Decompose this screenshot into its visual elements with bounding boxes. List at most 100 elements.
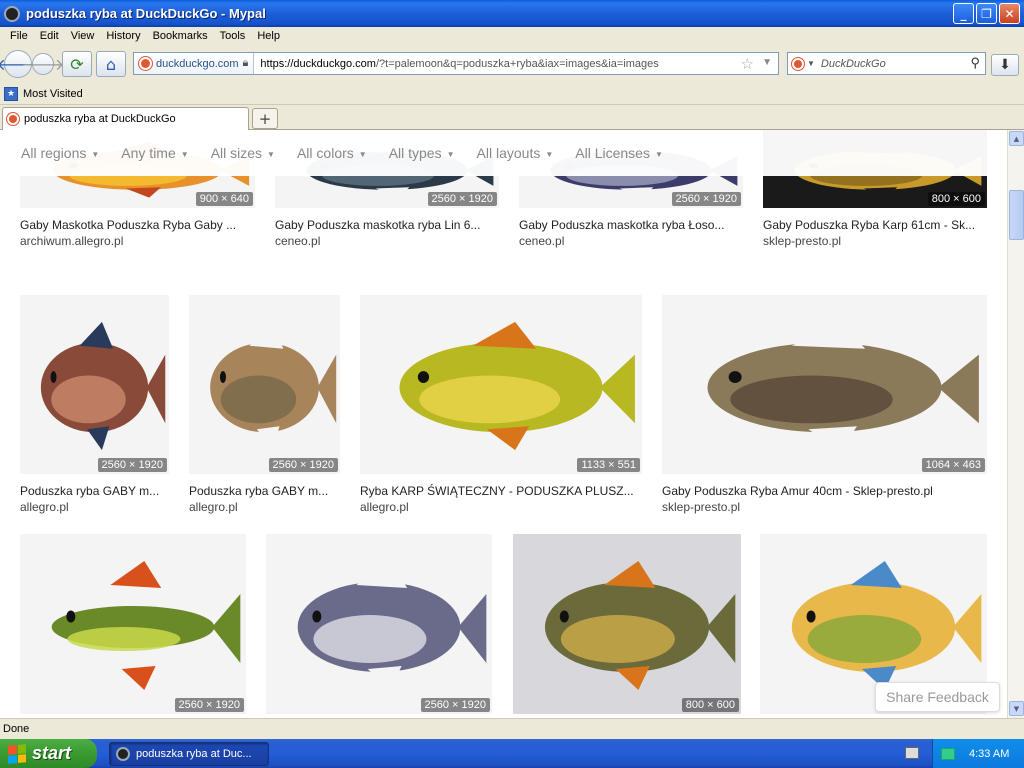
search-engine-icon[interactable] [792,57,804,70]
result-title[interactable]: Gaby Maskotka Poduszka Ryba Gaby ... [20,218,255,232]
result-source[interactable]: allegro.pl [360,500,409,514]
forward-arrow-icon: 🡒 [21,55,65,74]
result-source[interactable]: allegro.pl [189,500,238,514]
result-title[interactable]: Gaby Poduszka maskotka ryba Lin 6... [275,218,499,232]
scroll-thumb[interactable] [1009,190,1024,240]
url-text[interactable]: https://duckduckgo.com/?t=palemoon&q=pod… [254,58,658,70]
result-thumbnail[interactable]: 2560 × 1920 [20,534,246,714]
menu-file[interactable]: File [4,30,34,42]
result-thumbnail[interactable]: 1133 × 551 [360,295,642,474]
scroll-up-button[interactable]: ▲ [1009,131,1024,146]
new-tab-button[interactable]: + [252,108,278,129]
filter-layouts[interactable]: All layouts ▼ [477,145,554,161]
url-dropdown-icon[interactable]: ▼ [762,57,772,68]
status-text: Done [3,723,30,735]
result-source[interactable]: sklep-presto.pl [662,500,740,514]
bookmark-star-icon[interactable]: ☆ [741,55,754,73]
result-thumbnail[interactable]: 800 × 600 [513,534,741,714]
result-thumbnail[interactable]: 2560 × 1920 [266,534,492,714]
caret-down-icon: ▼ [267,149,275,159]
system-tray: 4:33 AM [932,739,1024,768]
filter-label: Any time [121,145,176,161]
bookmark-most-visited[interactable]: Most Visited [23,88,83,100]
minimize-button[interactable]: _ [953,3,974,24]
menu-bar: File Edit View History Bookmarks Tools H… [0,27,1024,45]
filter-time[interactable]: Any time ▼ [121,145,188,161]
result-source[interactable]: ceneo.pl [275,234,320,248]
result-title[interactable]: Gaby Poduszka Ryba Karp 61cm - Sk... [763,218,987,232]
result-source[interactable]: allegro.pl [20,500,69,514]
taskbar-window-item[interactable]: poduszka ryba at Duc... [109,742,269,766]
filter-regions[interactable]: All regions ▼ [21,145,99,161]
bookmarks-toolbar: ★ Most Visited [0,83,1024,105]
image-dimensions-badge: 1133 × 551 [577,458,640,472]
search-magnifier-icon[interactable]: ⚲ [970,55,980,71]
image-dimensions-badge: 2560 × 1920 [268,458,338,472]
result-thumbnail[interactable]: 1064 × 463 [662,295,987,474]
filter-types[interactable]: All types ▼ [389,145,455,161]
result-title[interactable]: Gaby Poduszka Ryba Amur 40cm - Sklep-pre… [662,484,987,498]
start-button[interactable]: start [0,739,97,768]
lock-icon: 🔒︎ [242,57,249,69]
image-dimensions-badge: 2560 × 1920 [97,458,167,472]
caret-down-icon: ▼ [654,149,663,159]
menu-bookmarks[interactable]: Bookmarks [147,30,214,42]
window-titlebar: poduszka ryba at DuckDuckGo - Mypal _ ❐ … [0,0,1024,27]
menu-tools[interactable]: Tools [214,30,252,42]
result-thumbnail[interactable]: 2560 × 1920 [189,295,340,474]
navigation-toolbar: 🡐 🡒 ⟳ ⌂ duckduckgo.com 🔒︎ https://duckdu… [0,45,1024,83]
share-feedback-button[interactable]: Share Feedback [875,682,1000,712]
tab-favicon-icon [7,113,19,125]
image-dimensions-badge: 800 × 600 [681,698,739,712]
image-dimensions-badge: 1064 × 463 [921,458,985,472]
taskbar: start poduszka ryba at Duc... 4:33 AM [0,739,1024,768]
filter-colors[interactable]: All colors ▼ [297,145,367,161]
menu-history[interactable]: History [100,30,146,42]
caret-down-icon: ▼ [180,149,189,159]
reload-icon: ⟳ [70,54,84,74]
download-arrow-icon: ⬇ [999,57,1011,73]
menu-help[interactable]: Help [251,30,286,42]
result-title[interactable]: Ryba KARP ŚWIĄTECZNY - PODUSZKA PLUSZ... [360,484,642,498]
restore-button[interactable]: ❐ [976,3,997,24]
site-identity-label: duckduckgo.com [156,57,239,70]
caret-down-icon: ▼ [545,149,554,159]
url-bar[interactable]: duckduckgo.com 🔒︎ https://duckduckgo.com… [133,52,779,75]
start-label: start [32,743,72,763]
result-title[interactable]: Poduszka ryba GABY m... [189,484,340,498]
close-button[interactable]: ✕ [999,3,1020,24]
network-icon[interactable] [941,747,955,760]
tab-strip: poduszka ryba at DuckDuckGo + [0,105,1024,130]
status-bar: Done [0,718,1024,739]
downloads-button[interactable]: ⬇ [991,54,1019,76]
keyboard-icon[interactable] [905,747,919,759]
mypal-app-icon [4,5,20,22]
clock: 4:33 AM [969,747,1010,760]
result-thumbnail[interactable]: 2560 × 1920 [20,295,169,474]
result-title[interactable]: Poduszka ryba GABY m... [20,484,169,498]
filter-label: All sizes [210,145,263,161]
scroll-down-button[interactable]: ▼ [1009,701,1024,716]
reload-button[interactable]: ⟳ [62,51,92,77]
site-identity-button[interactable]: duckduckgo.com 🔒︎ [134,53,255,74]
search-engine-dropdown-icon[interactable]: ▼ [807,59,815,68]
result-source[interactable]: archiwum.allegro.pl [20,234,123,248]
window-title: poduszka ryba at DuckDuckGo - Mypal [26,6,266,21]
search-bar[interactable]: ▼ DuckDuckGo ⚲ [787,52,986,75]
filter-licenses[interactable]: All Licenses ▼ [575,145,663,161]
page-scrollbar[interactable]: ▲ ▼ [1007,130,1024,718]
result-title[interactable]: Gaby Poduszka maskotka ryba Łoso... [519,218,743,232]
search-placeholder: DuckDuckGo [820,57,886,70]
image-dimensions-badge: 800 × 600 [927,192,985,206]
plus-icon: + [258,109,272,128]
filter-sizes[interactable]: All sizes ▼ [211,145,275,161]
tab-active[interactable]: poduszka ryba at DuckDuckGo [2,107,249,130]
menu-view[interactable]: View [65,30,101,42]
forward-button[interactable]: 🡒 [22,53,64,75]
home-button[interactable]: ⌂ [96,51,126,77]
duckduckgo-favicon-icon [139,57,152,70]
result-source[interactable]: sklep-presto.pl [763,234,841,248]
result-source[interactable]: ceneo.pl [519,234,564,248]
menu-edit[interactable]: Edit [34,30,65,42]
most-visited-folder-icon: ★ [4,86,18,101]
